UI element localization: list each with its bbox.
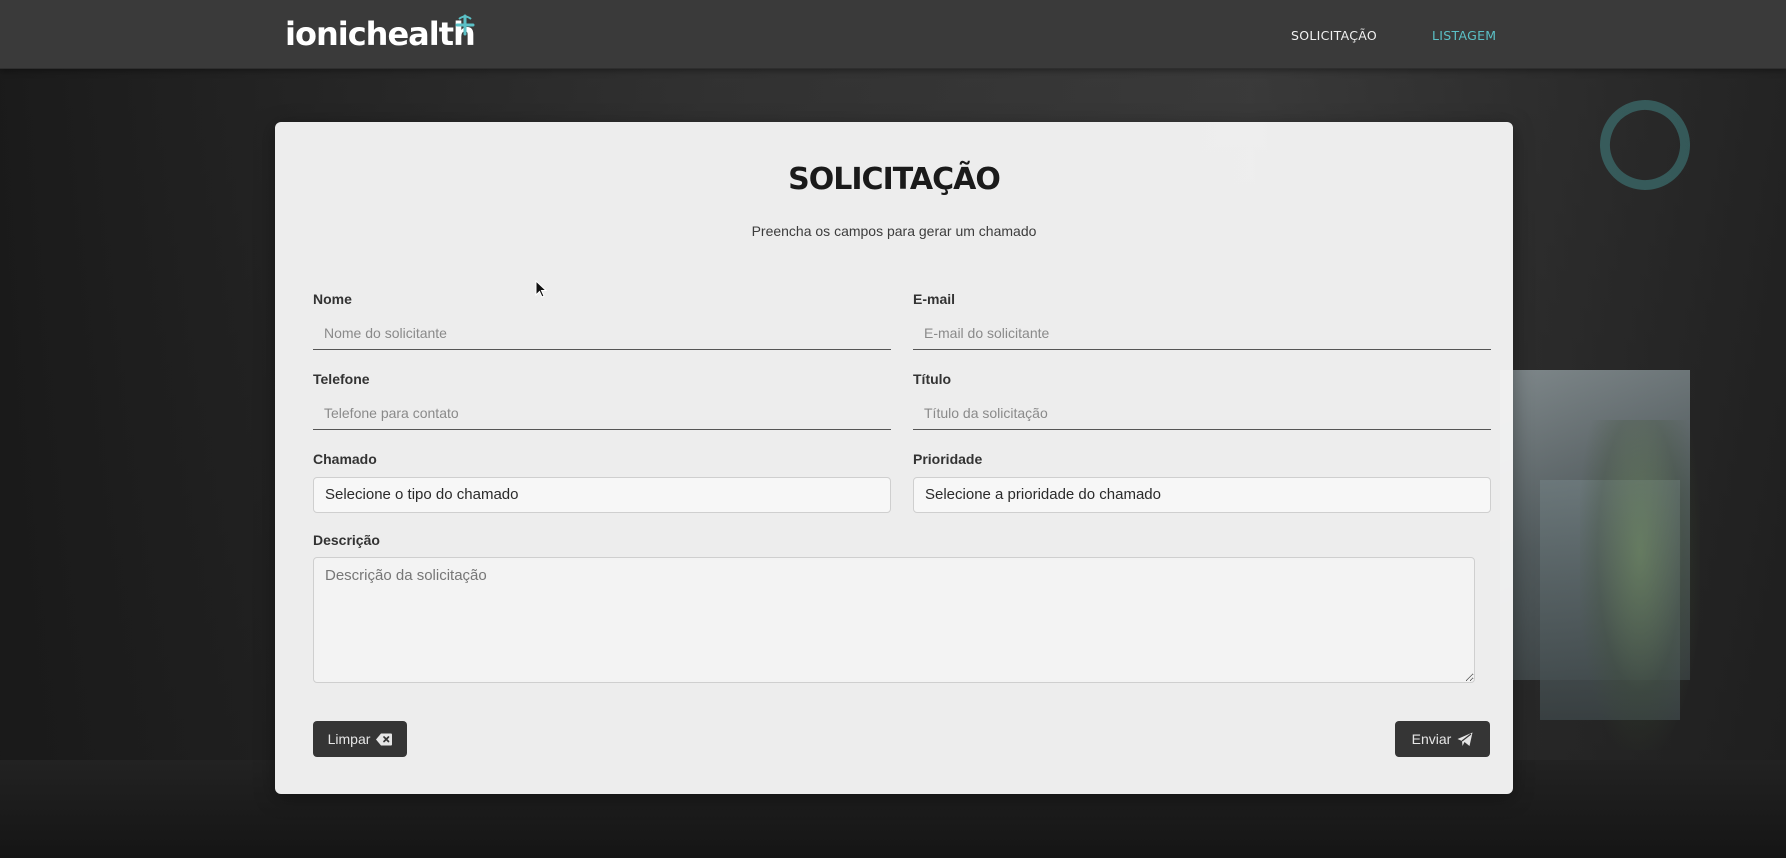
page-title: SOLICITAÇÃO bbox=[788, 162, 1001, 197]
enviar-button-label: Enviar bbox=[1411, 731, 1452, 747]
request-form-card: SOLICITAÇÃO Preencha os campos para gera… bbox=[275, 122, 1513, 794]
logo-plus-icon bbox=[455, 14, 475, 36]
background-plant bbox=[1580, 420, 1700, 750]
prioridade-select[interactable]: Selecione a prioridade do chamado bbox=[913, 477, 1491, 513]
nav-link-listagem[interactable]: LISTAGEM bbox=[1432, 28, 1496, 43]
telefone-input[interactable] bbox=[313, 396, 891, 430]
page-subtitle: Preencha os campos para gerar um chamado bbox=[751, 223, 1037, 239]
descricao-textarea[interactable] bbox=[313, 557, 1475, 683]
nav-link-solicitacao[interactable]: SOLICITAÇÃO bbox=[1291, 28, 1377, 43]
titulo-label: Título bbox=[913, 371, 952, 387]
nome-input[interactable] bbox=[313, 316, 891, 350]
mouse-pointer-icon bbox=[535, 280, 547, 298]
limpar-button[interactable]: Limpar bbox=[313, 721, 407, 757]
email-input[interactable] bbox=[913, 316, 1491, 350]
backspace-icon bbox=[376, 733, 393, 745]
send-icon bbox=[1457, 732, 1473, 746]
brand-logo[interactable]: ionichealth bbox=[285, 15, 476, 53]
telefone-label: Telefone bbox=[313, 371, 370, 387]
email-label: E-mail bbox=[913, 291, 956, 307]
navbar: ionichealth SOLICITAÇÃO LISTAGEM bbox=[0, 0, 1786, 69]
chamado-select[interactable]: Selecione o tipo do chamado bbox=[313, 477, 891, 513]
limpar-button-label: Limpar bbox=[327, 731, 371, 747]
nome-label: Nome bbox=[313, 291, 352, 307]
enviar-button[interactable]: Enviar bbox=[1395, 721, 1490, 757]
chamado-label: Chamado bbox=[313, 451, 377, 467]
titulo-input[interactable] bbox=[913, 396, 1491, 430]
descricao-label: Descrição bbox=[313, 532, 380, 548]
prioridade-label: Prioridade bbox=[913, 451, 983, 467]
